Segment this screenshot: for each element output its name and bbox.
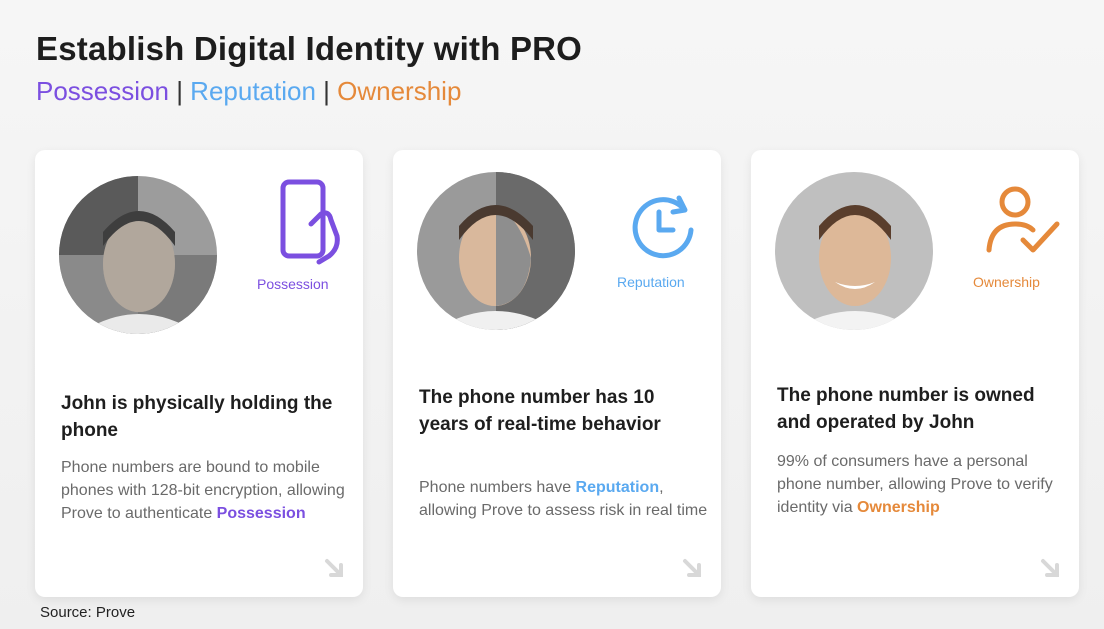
subtitle-separator: | [168,76,191,106]
card-headline: The phone number is owned and operated b… [777,385,1035,433]
highlight-reputation: Reputation [575,479,660,496]
highlight-ownership: Ownership [857,499,940,516]
subtitle-possession: Possession [36,76,169,106]
subtitle-reputation: Reputation [190,76,316,106]
avatar [59,176,217,334]
card-body: Phone numbers are bound to mobile phones… [61,459,345,522]
arrow-down-right-icon[interactable] [681,557,703,579]
card-reputation[interactable]: Reputation The phone number has 10 years… [393,150,721,597]
card-body: 99% of consumers have a personal phone n… [777,453,1053,516]
page-subtitle: Possession | Reputation | Ownership [36,76,461,107]
arrow-down-right-icon[interactable] [1039,557,1061,579]
source-caption: Source: Prove [40,604,136,621]
phone-hand-icon [280,179,340,265]
card-headline: John is physically holding the phone [61,393,333,441]
arrow-down-right-icon[interactable] [323,557,345,579]
icon-label: Possession [257,276,329,292]
highlight-possession: Possession [216,505,306,522]
avatar [417,172,575,330]
page-title: Establish Digital Identity with PRO [36,30,583,67]
subtitle-ownership: Ownership [337,76,462,106]
icon-label: Reputation [617,274,685,290]
avatar [775,172,933,330]
person-check-icon [986,186,1060,253]
subtitle-separator: | [315,76,338,106]
card-possession[interactable]: Possession John is physically holding th… [35,150,363,597]
icon-label: Ownership [973,274,1040,290]
card-ownership[interactable]: Ownership The phone number is owned and … [751,150,1079,597]
clock-refresh-icon [632,195,694,259]
card-body: Phone numbers have Reputation, allowing … [419,479,708,519]
card-headline: The phone number has 10 years of real-ti… [419,387,661,435]
